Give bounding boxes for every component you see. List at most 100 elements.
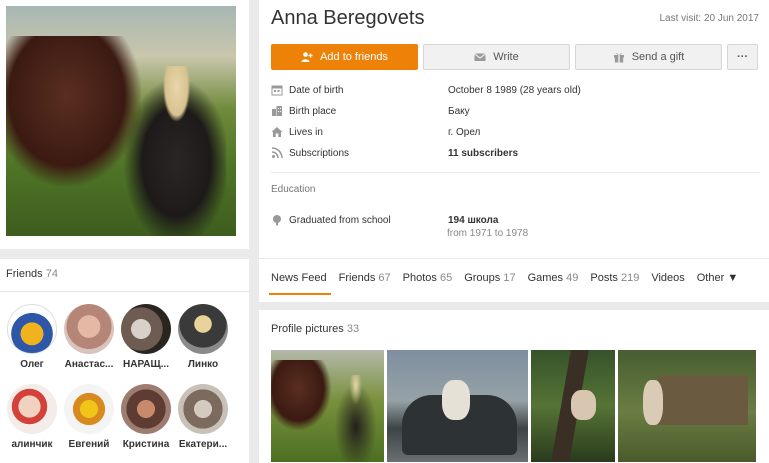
friends-count: 74 <box>45 268 58 280</box>
tab-news-feed[interactable]: News Feed <box>269 272 331 295</box>
profile-main-photo[interactable] <box>6 6 236 236</box>
friend-name[interactable]: алинчик <box>2 439 62 450</box>
tab-count: 17 <box>503 272 516 284</box>
building-icon <box>272 106 282 116</box>
add-to-friends-button[interactable]: Add to friends <box>271 44 418 70</box>
more-options-button[interactable]: ··· <box>727 44 758 70</box>
friend-name[interactable]: Олег <box>2 359 62 370</box>
friend-name[interactable]: Евгений <box>59 439 119 450</box>
friend-name[interactable]: Анастас... <box>59 359 119 370</box>
tab-count: 65 <box>439 272 453 284</box>
profile-picture-thumbnail[interactable] <box>271 350 384 462</box>
education-years: from 1971 to 1978 <box>447 228 529 239</box>
tab-videos[interactable]: Videos <box>651 272 684 284</box>
friend-item[interactable]: алинчик <box>2 384 62 450</box>
friend-item[interactable]: Евгений <box>59 384 119 450</box>
friend-item[interactable]: Кристина <box>116 384 176 450</box>
gift-icon <box>613 53 624 63</box>
tab-posts[interactable]: Posts 219 <box>590 272 639 284</box>
info-divider <box>271 172 759 173</box>
friends-divider <box>0 291 249 292</box>
profile-pictures-header[interactable]: Profile pictures 33 <box>271 323 359 335</box>
info-label: Date of birth <box>289 84 344 96</box>
info-row-lives-in: Lives in г. Орел <box>271 124 480 140</box>
friend-avatar[interactable] <box>121 384 171 434</box>
friends-header[interactable]: Friends 74 <box>6 268 58 280</box>
tab-label: Groups <box>464 272 501 284</box>
thumb-person-shape <box>643 380 663 425</box>
tab-label: News Feed <box>271 272 327 284</box>
write-label: Write <box>493 51 519 63</box>
tab-label: Games <box>527 272 564 284</box>
tab-groups[interactable]: Groups 17 <box>464 272 515 284</box>
tab-count: 49 <box>566 272 579 284</box>
profile-name: Anna Beregovets <box>271 7 425 29</box>
profile-pictures-title: Profile pictures <box>271 323 344 335</box>
friend-avatar[interactable] <box>7 304 57 354</box>
education-heading: Education <box>271 184 316 195</box>
subscribers-link[interactable]: 11 subscribers <box>448 148 518 159</box>
info-value: October 8 1989 (28 years old) <box>448 84 581 96</box>
write-button[interactable]: Write <box>423 44 570 70</box>
friend-name[interactable]: Линко <box>173 359 233 370</box>
add-user-icon <box>301 52 313 62</box>
tabs-divider <box>259 258 769 259</box>
friend-item[interactable]: Анастас... <box>59 304 119 370</box>
friend-avatar[interactable] <box>64 304 114 354</box>
tab-count: 219 <box>620 272 640 284</box>
friend-name[interactable]: Екатери... <box>173 439 233 450</box>
info-value[interactable]: Баку <box>448 106 470 117</box>
tab-label: Photos <box>402 272 437 284</box>
info-row-date-of-birth: Date of birth October 8 1989 (28 years o… <box>271 82 581 98</box>
thumb-person-shape <box>442 380 470 420</box>
send-gift-button[interactable]: Send a gift <box>575 44 722 70</box>
thumb-person-shape <box>571 390 596 420</box>
profile-photo-card <box>0 0 249 249</box>
school-name[interactable]: 194 школа <box>448 215 498 226</box>
more-dots-icon: ··· <box>737 51 748 63</box>
send-gift-label: Send a gift <box>631 51 685 63</box>
calendar-icon <box>271 85 283 96</box>
friend-name[interactable]: НАРАЩ... <box>116 359 176 370</box>
tab-label: Friends <box>338 272 376 284</box>
friend-avatar[interactable] <box>7 384 57 434</box>
info-row-education: Graduated from school 194 школа <box>271 212 498 228</box>
friend-item[interactable]: Линко <box>173 304 233 370</box>
friend-avatar[interactable] <box>178 384 228 434</box>
tab-count: 67 <box>378 272 391 284</box>
info-row-birth-place: Birth place Баку <box>271 103 470 119</box>
profile-pictures-count: 33 <box>346 323 360 335</box>
profile-tabs: News Feed Friends 67 Photos 65 Groups 17… <box>269 272 750 295</box>
profile-card: Anna Beregovets Last visit: 20 Jun 2017 … <box>259 0 769 302</box>
friend-item[interactable]: Екатери... <box>173 384 233 450</box>
thumb-horse-shape <box>271 360 331 430</box>
friend-name[interactable]: Кристина <box>116 439 176 450</box>
friend-avatar[interactable] <box>178 304 228 354</box>
tab-friends[interactable]: Friends 67 <box>339 272 391 284</box>
info-label: Graduated from school <box>289 214 391 226</box>
tab-games[interactable]: Games 49 <box>528 272 579 284</box>
thumb-truck-shape <box>658 375 748 425</box>
friends-title: Friends <box>6 268 43 280</box>
friend-item[interactable]: НАРАЩ... <box>116 304 176 370</box>
last-visit: Last visit: 20 Jun 2017 <box>659 13 759 24</box>
info-value[interactable]: г. Орел <box>448 127 480 138</box>
friend-avatar[interactable] <box>121 304 171 354</box>
thumb-person-shape <box>331 375 376 462</box>
profile-picture-thumbnail[interactable] <box>618 350 756 462</box>
tab-photos[interactable]: Photos 65 <box>403 272 453 284</box>
friends-card: Friends 74 Олег Анастас... НАРАЩ... Линк… <box>0 259 249 463</box>
tab-label: Other ▼ <box>696 272 739 284</box>
friend-avatar[interactable] <box>64 384 114 434</box>
profile-picture-thumbnail[interactable] <box>387 350 528 462</box>
home-icon <box>271 127 283 137</box>
tab-other-dropdown[interactable]: Other ▼ <box>697 272 738 284</box>
friend-item[interactable]: Олег <box>2 304 62 370</box>
info-label: Subscriptions <box>289 147 350 159</box>
photo-person-shape <box>116 66 226 236</box>
info-label: Birth place <box>289 105 337 117</box>
profile-pictures-card: Profile pictures 33 <box>259 310 769 463</box>
profile-picture-thumbnail[interactable] <box>531 350 615 462</box>
info-label: Lives in <box>289 126 323 138</box>
envelope-icon <box>474 53 487 61</box>
